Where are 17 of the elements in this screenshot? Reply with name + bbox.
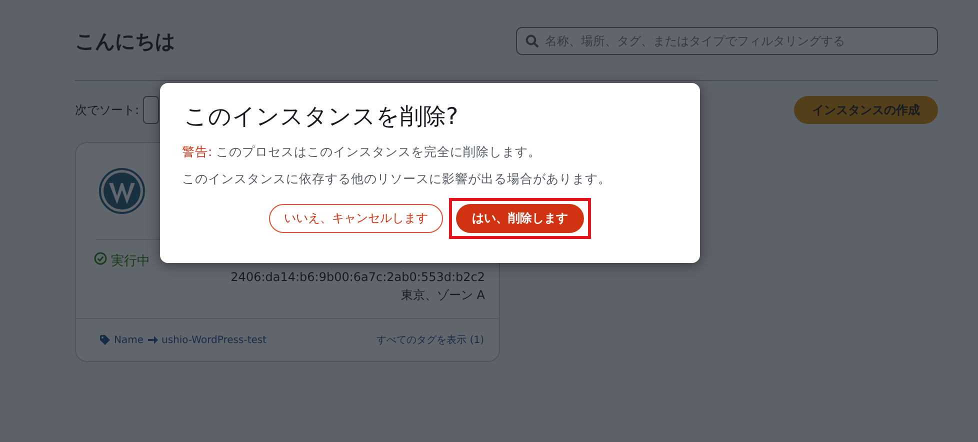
tag-key: Name	[114, 334, 144, 346]
dialog-title: このインスタンスを削除?	[184, 103, 458, 132]
check-circle-icon	[94, 252, 107, 265]
warning-text: 警告: このプロセスはこのインスタンスを完全に削除します。	[182, 144, 542, 161]
tag-icon	[100, 335, 110, 345]
page-title: こんにちは	[75, 28, 175, 54]
dialog-note: このインスタンスに依存する他のリソースに影響が出る場合があります。	[182, 171, 612, 188]
location-text: 東京、ゾーン A	[400, 287, 485, 304]
ip-address: 2406:da14:b6:9b00:6a7c:2ab0:553d:b2c2	[230, 270, 485, 284]
wordpress-logo-icon	[98, 167, 146, 215]
tag-value: ushio-WordPress-test	[162, 334, 267, 346]
sort-label: 次でソート:	[75, 102, 140, 118]
status-text: 実行中	[111, 253, 150, 270]
confirm-delete-button[interactable]: はい、削除します	[456, 204, 584, 233]
sort-dropdown[interactable]	[143, 96, 160, 124]
arrow-icon	[148, 335, 158, 345]
cancel-button[interactable]: いいえ、キャンセルします	[269, 204, 443, 233]
